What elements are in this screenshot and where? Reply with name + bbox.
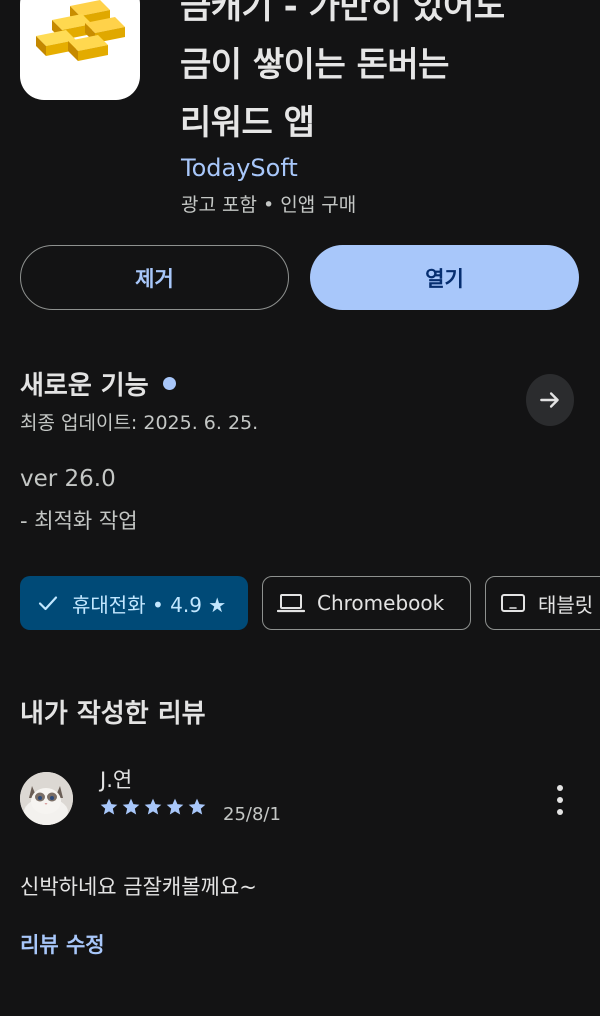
avatar bbox=[20, 772, 73, 825]
my-review-heading: 내가 작성한 리뷰 bbox=[20, 699, 206, 729]
review-text: 신박하네요 금잘캐볼께요~ bbox=[20, 875, 257, 899]
edit-review-button[interactable]: 리뷰 수정 bbox=[20, 929, 105, 959]
open-button[interactable]: 열기 bbox=[310, 245, 579, 310]
chip-chromebook[interactable]: Chromebook bbox=[262, 576, 471, 630]
star-icon bbox=[166, 798, 184, 815]
cat-avatar-image bbox=[20, 772, 73, 825]
reviewer-name: J.연 bbox=[100, 768, 133, 792]
star-rating bbox=[99, 797, 207, 817]
chip-tablet-label: 태블릿 bbox=[538, 592, 594, 617]
last-updated: 최종 업데이트: 2025. 6. 25. bbox=[20, 412, 259, 434]
check-icon bbox=[38, 596, 58, 611]
developer-link[interactable]: TodaySoft bbox=[181, 154, 298, 182]
app-details-page: 금캐기 - 가만히 있어도 금이 쌓이는 돈버는 리워드 앱 TodaySoft… bbox=[0, 0, 600, 1016]
gold-bars-icon bbox=[36, 0, 125, 61]
arrow-right-icon bbox=[540, 392, 559, 408]
app-meta: 광고 포함 • 인앱 구매 bbox=[181, 194, 357, 216]
star-icon bbox=[188, 798, 206, 815]
chip-phone-label: 휴대전화 • 4.9 ★ bbox=[72, 592, 227, 617]
chip-tablet[interactable]: 태블릿 bbox=[485, 576, 600, 630]
whats-new-label: 새로운 기능 bbox=[20, 371, 149, 401]
star-icon bbox=[122, 798, 140, 815]
chip-phone[interactable]: 휴대전화 • 4.9 ★ bbox=[20, 576, 248, 630]
whats-new-arrow-button[interactable] bbox=[526, 374, 574, 426]
remove-button[interactable]: 제거 bbox=[20, 245, 289, 310]
app-title: 금캐기 - 가만히 있어도 금이 쌓이는 돈버는 리워드 앱 bbox=[180, 0, 580, 152]
chip-chromebook-label: Chromebook bbox=[317, 591, 445, 615]
version-text: ver 26.0 bbox=[20, 466, 116, 492]
app-title-line: 금캐기 - 가만히 있어도 bbox=[180, 0, 505, 27]
app-title-line: 금이 쌓이는 돈버는 bbox=[180, 45, 449, 85]
whats-new-title: 새로운 기능 bbox=[20, 365, 176, 402]
change-note: - 최적화 작업 bbox=[20, 509, 138, 533]
star-icon bbox=[100, 798, 118, 815]
review-date: 25/8/1 bbox=[223, 804, 281, 825]
laptop-icon bbox=[277, 594, 305, 613]
new-indicator-dot bbox=[162, 377, 176, 390]
more-options-button[interactable] bbox=[545, 782, 575, 818]
more-vert-icon bbox=[557, 809, 563, 815]
tablet-icon bbox=[501, 594, 525, 612]
star-icon bbox=[144, 798, 162, 815]
app-title-line: 리워드 앱 bbox=[180, 103, 315, 143]
more-vert-icon bbox=[557, 797, 563, 803]
more-vert-icon bbox=[557, 785, 563, 791]
app-icon bbox=[20, 0, 140, 100]
